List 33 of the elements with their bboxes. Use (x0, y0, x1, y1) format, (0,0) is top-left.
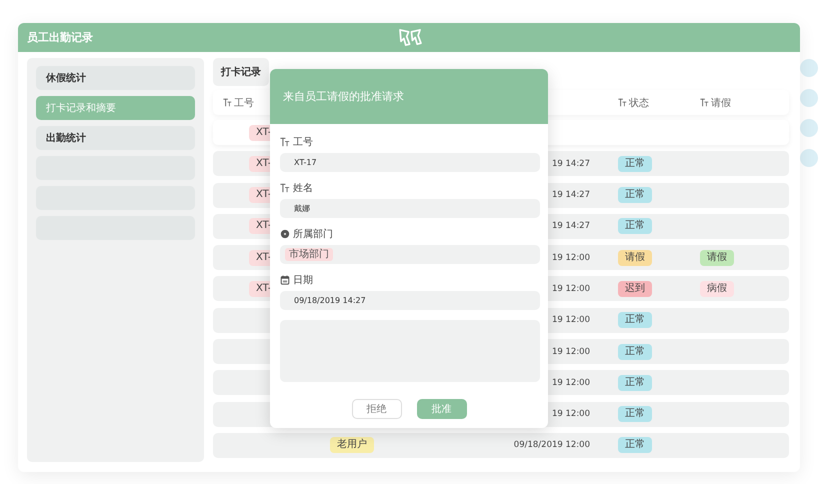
status-tag: 正常 (618, 344, 652, 360)
status-tag: 正常 (618, 374, 652, 391)
column-header: 工号 (234, 96, 254, 110)
status-tag: 正常 (618, 156, 652, 172)
status-tag: 迟到 (618, 280, 652, 297)
column-header: 请假 (711, 96, 731, 110)
user-tag: 老用户 (330, 437, 374, 454)
status-tag: 请假 (618, 250, 652, 266)
leave-tag: 病假 (700, 280, 734, 297)
app-title: 员工出勤记录 (27, 30, 93, 45)
date-text: 19 14:27 (552, 221, 590, 232)
date-text: 19 12:00 (552, 252, 590, 263)
leave-tag: 请假 (700, 250, 734, 266)
dialog-title: 来自员工请假的批准请求 (283, 89, 404, 104)
date-text: 19 14:27 (552, 190, 590, 200)
status-tag: 正常 (618, 406, 652, 422)
date-text: 19 12:00 (552, 346, 590, 357)
field-label: 所属部门 (293, 228, 333, 240)
status-tag: 正常 (618, 312, 652, 328)
field-label: 姓名 (293, 182, 313, 194)
date-text: 19 12:00 (552, 378, 590, 388)
status-tag: 正常 (618, 437, 652, 454)
date-text: 19 12:00 (552, 409, 590, 420)
column-header: 状态 (629, 96, 649, 110)
date-text: 09/18/2019 12:00 (514, 440, 590, 450)
status-tag: 正常 (618, 218, 652, 234)
date-text: 19 14:27 (552, 158, 590, 169)
department-tag: 市场部门 (285, 248, 333, 261)
date-text: 19 12:00 (552, 315, 590, 326)
field-label: 日期 (293, 274, 313, 286)
status-tag: 正常 (618, 187, 652, 204)
date-text: 19 12:00 (552, 284, 590, 294)
field-label: 工号 (293, 136, 313, 148)
